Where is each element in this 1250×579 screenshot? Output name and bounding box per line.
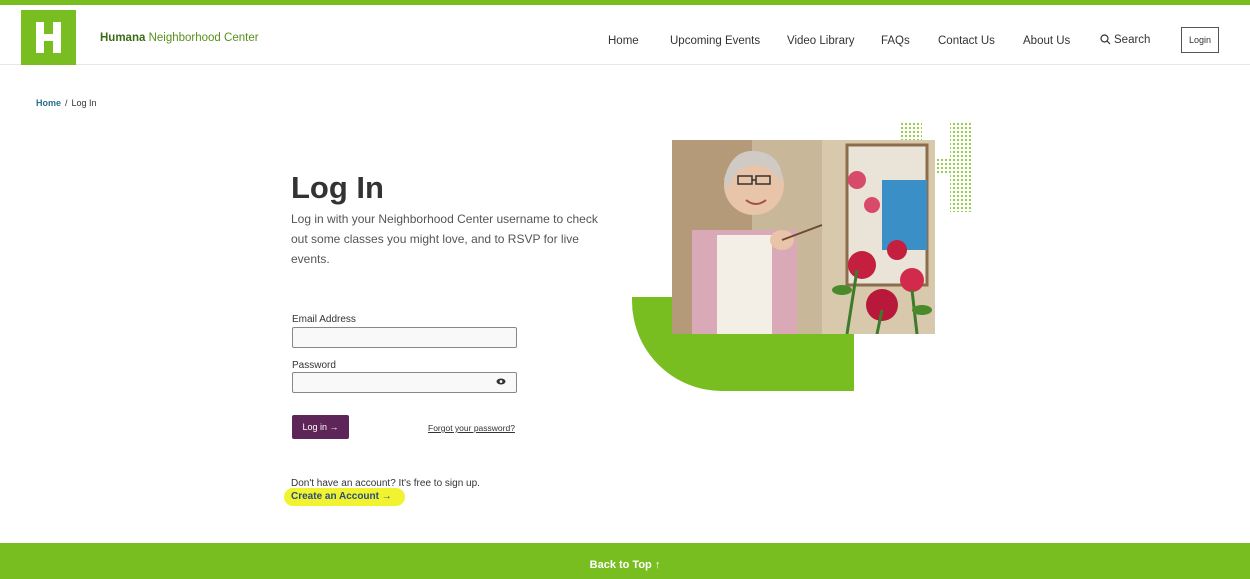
search-icon (1100, 34, 1111, 45)
site-header: Humana Neighborhood Center Home Upcoming… (0, 5, 1250, 65)
brand-name-bold: Humana (100, 32, 146, 44)
password-field[interactable] (292, 372, 517, 393)
h-logo-icon (36, 22, 61, 53)
page-title: Log In (291, 170, 384, 205)
login-button[interactable]: Login (1181, 27, 1219, 53)
brand-name[interactable]: Humana Neighborhood Center (100, 32, 259, 44)
search-button[interactable]: Search (1100, 34, 1150, 46)
intro-text: Log in with your Neighborhood Center use… (291, 212, 598, 266)
nav-upcoming-events[interactable]: Upcoming Events (670, 35, 760, 47)
show-password-icon[interactable] (496, 378, 506, 385)
nav-about-us[interactable]: About Us (1023, 35, 1070, 47)
search-label: Search (1114, 34, 1151, 46)
password-label: Password (292, 360, 336, 371)
site-footer: Back to Top ↑ (0, 543, 1250, 579)
humana-logo[interactable] (21, 10, 76, 65)
nav-faqs[interactable]: FAQs (881, 35, 910, 47)
artist-photo (672, 140, 935, 334)
nav-home[interactable]: Home (608, 35, 639, 47)
brand-name-rest: Neighborhood Center (148, 32, 259, 44)
login-submit-button[interactable]: Log in → (292, 415, 349, 439)
nav-video-library[interactable]: Video Library (787, 35, 855, 47)
breadcrumb-separator: / (65, 98, 68, 108)
breadcrumb-home[interactable]: Home (36, 98, 61, 108)
breadcrumb-current: Log In (71, 98, 97, 108)
create-account-link[interactable]: Create an Account → (291, 491, 392, 502)
back-to-top-link[interactable]: Back to Top ↑ (0, 559, 1250, 571)
email-field[interactable] (292, 327, 517, 348)
breadcrumb: Home / Log In (36, 98, 97, 108)
nav-contact-us[interactable]: Contact Us (938, 35, 995, 47)
email-label: Email Address (292, 314, 356, 325)
forgot-password-link[interactable]: Forgot your password? (428, 423, 515, 433)
